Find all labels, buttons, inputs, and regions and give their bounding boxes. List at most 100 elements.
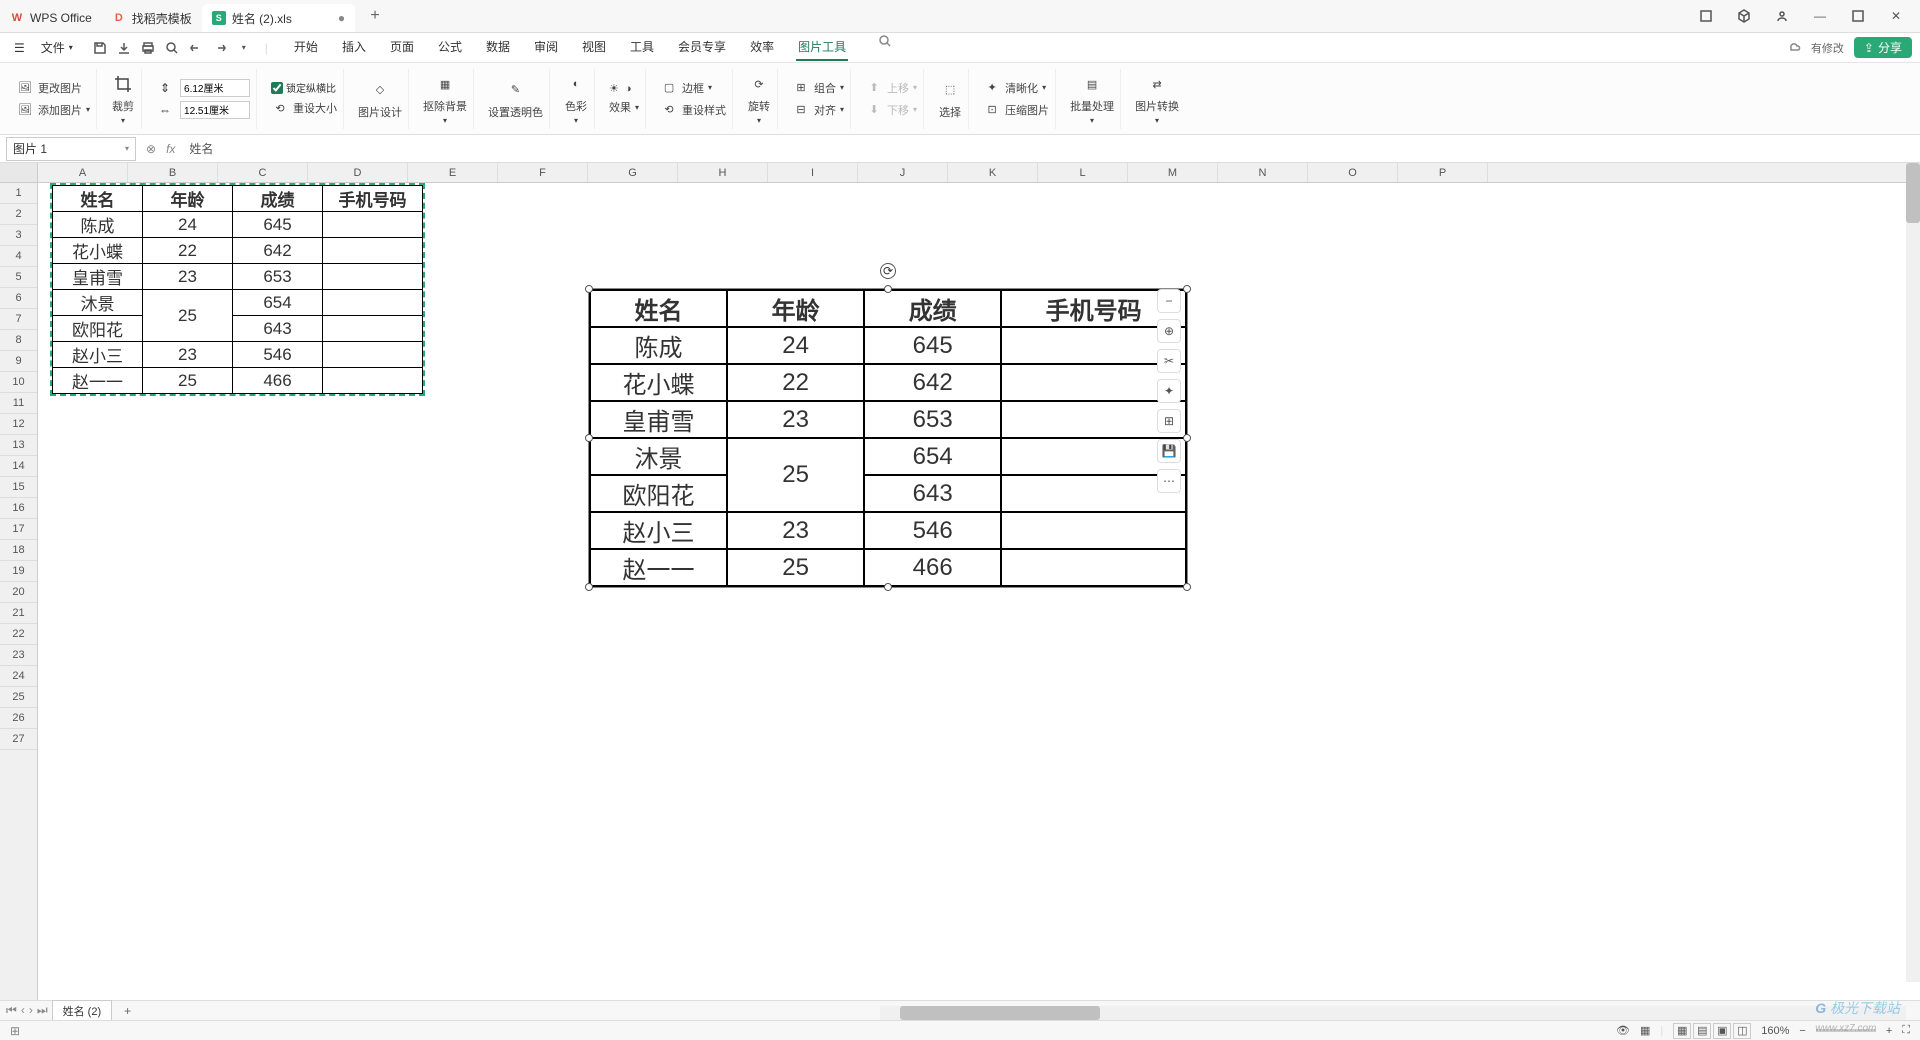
qat-dropdown-icon[interactable]: ▾ xyxy=(235,39,253,57)
sheet-tab-active[interactable]: 姓名 (2) xyxy=(52,1000,113,1021)
zoom-level[interactable]: 160% xyxy=(1761,1025,1789,1037)
search-icon[interactable] xyxy=(878,34,892,61)
rotate-button[interactable]: ⟳旋转▾ xyxy=(747,72,771,125)
col-header[interactable]: P xyxy=(1398,163,1488,182)
float-tool-zoom[interactable]: ⊕ xyxy=(1157,319,1181,343)
tab-formula[interactable]: 公式 xyxy=(436,34,464,61)
row-header[interactable]: 19 xyxy=(0,561,37,582)
float-tool-crop[interactable]: ✂ xyxy=(1157,349,1181,373)
rotate-handle[interactable]: ⟳ xyxy=(880,263,896,279)
row-header[interactable]: 5 xyxy=(0,267,37,288)
view-normal-icon[interactable]: ▦ xyxy=(1673,1023,1691,1039)
horizontal-scrollbar[interactable] xyxy=(880,1006,1906,1020)
zoom-out-button[interactable]: − xyxy=(1799,1025,1805,1037)
col-header[interactable]: M xyxy=(1128,163,1218,182)
transparent-button[interactable]: ✎设置透明色 xyxy=(488,78,543,120)
row-header[interactable]: 1 xyxy=(0,183,37,204)
row-header[interactable]: 11 xyxy=(0,393,37,414)
col-header[interactable]: J xyxy=(858,163,948,182)
row-header[interactable]: 12 xyxy=(0,414,37,435)
share-button[interactable]: ⇪ 分享 xyxy=(1854,37,1912,58)
tab-insert[interactable]: 插入 xyxy=(340,34,368,61)
tab-efficiency[interactable]: 效率 xyxy=(748,34,776,61)
tab-tools[interactable]: 工具 xyxy=(628,34,656,61)
row-header[interactable]: 6 xyxy=(0,288,37,309)
batch-button[interactable]: ▤批量处理▾ xyxy=(1070,72,1114,125)
row-header[interactable]: 13 xyxy=(0,435,37,456)
resize-handle-nw[interactable] xyxy=(585,285,593,293)
color-button[interactable]: ◐色彩▾ xyxy=(564,72,588,125)
tab-review[interactable]: 审阅 xyxy=(532,34,560,61)
float-tool-save[interactable]: 💾 xyxy=(1157,439,1181,463)
status-grid-icon[interactable]: ▦ xyxy=(1640,1024,1650,1037)
hamburger-icon[interactable]: ☰ xyxy=(8,41,31,55)
pic-design-button[interactable]: ◇图片设计 xyxy=(358,78,402,120)
redo-icon[interactable] xyxy=(211,39,229,57)
tab-start[interactable]: 开始 xyxy=(292,34,320,61)
row-header[interactable]: 25 xyxy=(0,687,37,708)
resize-handle-ne[interactable] xyxy=(1183,285,1191,293)
select-all-corner[interactable] xyxy=(0,163,37,183)
file-menu[interactable]: 文件▾ xyxy=(35,39,79,56)
move-down-button[interactable]: ⬇下移▾ xyxy=(865,101,917,119)
fullscreen-icon[interactable]: ⛶ xyxy=(1902,1024,1910,1037)
convert-button[interactable]: ⇄图片转换▾ xyxy=(1135,72,1179,125)
tab-data[interactable]: 数据 xyxy=(484,34,512,61)
row-header[interactable]: 20 xyxy=(0,582,37,603)
tab-picture-tools[interactable]: 图片工具 xyxy=(796,34,848,61)
col-header[interactable]: H xyxy=(678,163,768,182)
export-icon[interactable] xyxy=(115,39,133,57)
formula-input[interactable]: 姓名 xyxy=(181,140,1920,157)
col-header[interactable]: O xyxy=(1308,163,1398,182)
effect-button[interactable]: 效果▾ xyxy=(609,99,639,115)
contrast-icon[interactable]: ◑ xyxy=(625,83,632,95)
col-header[interactable]: I xyxy=(768,163,858,182)
print-icon[interactable] xyxy=(139,39,157,57)
status-eye-icon[interactable]: 👁 xyxy=(1616,1024,1630,1037)
view-custom-icon[interactable]: ◫ xyxy=(1733,1023,1751,1039)
height-input[interactable] xyxy=(180,79,250,97)
tab-current-file[interactable]: S 姓名 (2).xls ● xyxy=(202,4,355,32)
row-header[interactable]: 18 xyxy=(0,540,37,561)
cancel-formula-icon[interactable]: ⊗ xyxy=(142,142,160,156)
clarify-button[interactable]: ✦清晰化▾ xyxy=(983,79,1049,97)
col-header[interactable]: C xyxy=(218,163,308,182)
compress-button[interactable]: ⊡压缩图片 xyxy=(983,101,1049,119)
resize-handle-n[interactable] xyxy=(884,285,892,293)
undo-icon[interactable] xyxy=(187,39,205,57)
row-header[interactable]: 24 xyxy=(0,666,37,687)
brightness-icon[interactable]: ☀ xyxy=(609,82,619,95)
row-header[interactable]: 17 xyxy=(0,519,37,540)
view-layout-icon[interactable]: ▣ xyxy=(1713,1023,1731,1039)
reset-style-button[interactable]: ⟲重设样式 xyxy=(660,101,726,119)
move-up-button[interactable]: ⬆上移▾ xyxy=(865,79,917,97)
float-tool-reset[interactable]: − xyxy=(1157,289,1181,313)
save-icon[interactable] xyxy=(91,39,109,57)
resize-handle-sw[interactable] xyxy=(585,583,593,591)
row-header[interactable]: 15 xyxy=(0,477,37,498)
col-header[interactable]: D xyxy=(308,163,408,182)
col-header[interactable]: G xyxy=(588,163,678,182)
align-button[interactable]: ⊟对齐▾ xyxy=(792,101,844,119)
fx-icon[interactable]: fx xyxy=(160,142,181,156)
row-header[interactable]: 27 xyxy=(0,729,37,750)
reset-size-button[interactable]: ⟲重设大小 xyxy=(271,99,337,117)
row-header[interactable]: 22 xyxy=(0,624,37,645)
add-tab-button[interactable]: + xyxy=(363,4,387,28)
col-header[interactable]: B xyxy=(128,163,218,182)
resize-handle-w[interactable] xyxy=(585,434,593,442)
row-header[interactable]: 3 xyxy=(0,225,37,246)
row-header[interactable]: 2 xyxy=(0,204,37,225)
crop-button[interactable]: 裁剪▾ xyxy=(111,72,135,125)
maximize-button[interactable] xyxy=(1844,2,1872,30)
minimize-button[interactable]: — xyxy=(1806,2,1834,30)
col-header[interactable]: L xyxy=(1038,163,1128,182)
row-header[interactable]: 7 xyxy=(0,309,37,330)
floating-picture[interactable]: ⟳ 姓名 年龄 成绩 手机号码 陈成24645 花小蝶22 xyxy=(588,288,1188,588)
col-header[interactable]: K xyxy=(948,163,1038,182)
row-header[interactable]: 26 xyxy=(0,708,37,729)
row-header[interactable]: 16 xyxy=(0,498,37,519)
row-header[interactable]: 10 xyxy=(0,372,37,393)
row-header[interactable]: 21 xyxy=(0,603,37,624)
name-box[interactable]: 图片 1 ▾ xyxy=(6,137,136,161)
